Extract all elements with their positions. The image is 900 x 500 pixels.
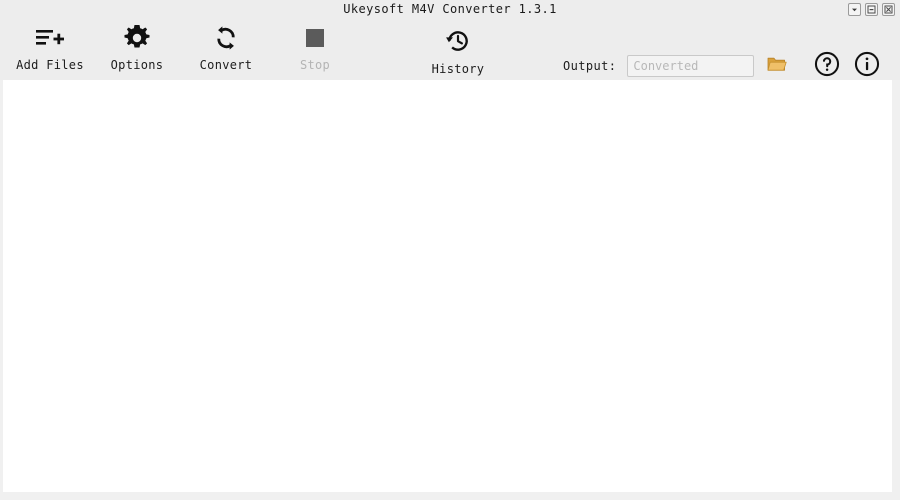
- folder-icon: [767, 55, 787, 77]
- history-button[interactable]: History: [410, 19, 506, 80]
- close-icon: [884, 5, 893, 14]
- browse-output-folder-button[interactable]: [766, 55, 788, 77]
- window-controls: [848, 3, 895, 16]
- output-group: Output:: [563, 55, 788, 77]
- gear-icon: [123, 21, 151, 55]
- convert-refresh-icon: [212, 21, 240, 55]
- convert-label: Convert: [199, 58, 253, 72]
- info-circle-icon: [854, 51, 880, 81]
- history-clock-icon: [445, 24, 471, 58]
- question-circle-icon: [814, 51, 840, 81]
- stop-label: Stop: [299, 58, 331, 72]
- stop-square-icon: [306, 21, 324, 55]
- output-label: Output:: [563, 59, 617, 73]
- history-label: History: [431, 62, 485, 76]
- add-files-icon: [35, 21, 65, 55]
- options-label: Options: [110, 58, 164, 72]
- info-button[interactable]: [853, 51, 881, 81]
- minimize-button[interactable]: [865, 3, 878, 16]
- help-button[interactable]: [813, 51, 841, 81]
- add-files-button[interactable]: Add Files: [2, 19, 98, 80]
- add-files-label: Add Files: [16, 58, 84, 72]
- window-title: Ukeysoft M4V Converter 1.3.1: [343, 2, 557, 16]
- output-path-input[interactable]: [627, 55, 755, 77]
- menu-dropdown-button[interactable]: [848, 3, 861, 16]
- file-list-area[interactable]: [3, 80, 892, 492]
- chevron-down-icon: [850, 5, 859, 14]
- application-window: Ukeysoft M4V Converter 1.3.1 Add Files O…: [0, 0, 900, 500]
- stop-button[interactable]: Stop: [267, 19, 363, 80]
- convert-button[interactable]: Convert: [178, 19, 274, 80]
- minimize-icon: [867, 5, 876, 14]
- main-toolbar: Add Files Options Convert Stop History O…: [0, 19, 900, 80]
- options-button[interactable]: Options: [89, 19, 185, 80]
- title-bar: Ukeysoft M4V Converter 1.3.1: [0, 0, 900, 19]
- close-button[interactable]: [882, 3, 895, 16]
